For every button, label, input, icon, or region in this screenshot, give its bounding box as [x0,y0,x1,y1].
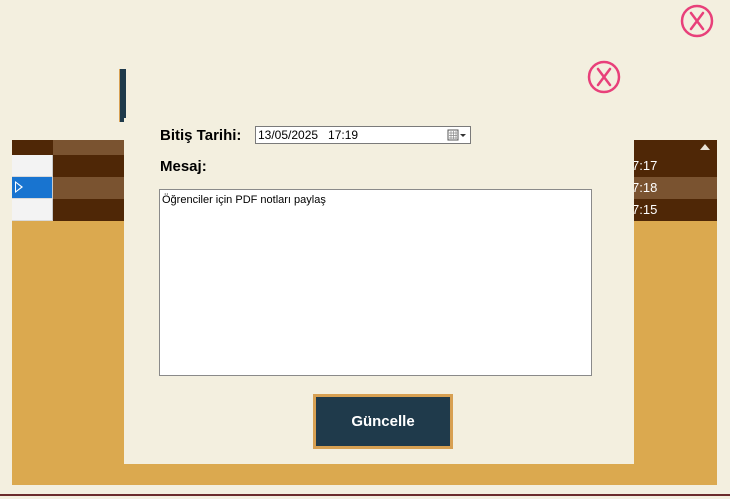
row-header[interactable] [12,199,53,221]
end-date-value: 13/05/2025 17:19 [258,128,359,142]
time-cell: 7:18 [632,180,658,195]
dialog-close-icon[interactable] [587,60,621,94]
form-accent-bar [119,69,126,122]
time-cell: 7:15 [632,202,658,217]
message-label: Mesaj: [160,158,207,175]
update-button[interactable]: Güncelle [313,394,453,449]
end-date-picker[interactable]: 13/05/2025 17:19 [255,126,471,144]
scroll-up-arrow-icon[interactable] [700,144,710,150]
time-cell: 7:17 [632,158,658,173]
row-pointer-icon [15,181,23,193]
row-header[interactable] [12,155,53,177]
calendar-dropdown-icon[interactable] [447,129,467,141]
end-date-label: Bitiş Tarihi: [160,127,242,144]
row-header-selected[interactable] [12,177,53,199]
window-close-icon[interactable] [680,4,714,38]
message-textarea[interactable]: Öğrenciler için PDF notları paylaş [159,189,592,376]
grid-header-cell[interactable] [53,140,134,155]
bottom-border [0,494,730,496]
